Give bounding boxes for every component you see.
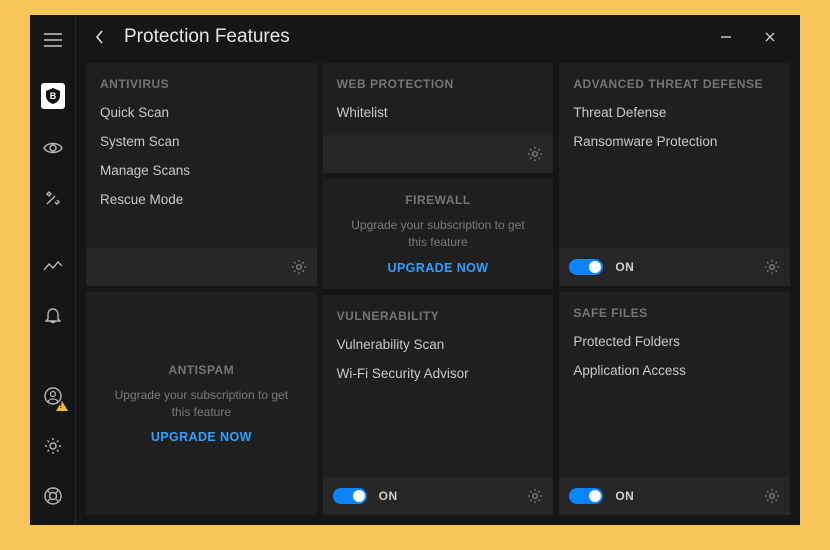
card-title: FIREWALL bbox=[405, 193, 470, 207]
vulnerability-scan[interactable]: Vulnerability Scan bbox=[337, 337, 540, 352]
sidebar-item-support[interactable] bbox=[42, 485, 64, 507]
card-title: VULNERABILITY bbox=[323, 295, 554, 333]
tools-icon bbox=[44, 189, 62, 207]
atd-threat-defense[interactable]: Threat Defense bbox=[573, 105, 776, 120]
card-firewall: FIREWALL Upgrade your subscription to ge… bbox=[323, 179, 554, 289]
grid-col-2: WEB PROTECTION Whitelist FIREWALL Upgrad… bbox=[323, 63, 554, 515]
gear-icon bbox=[291, 259, 307, 275]
antivirus-quick-scan[interactable]: Quick Scan bbox=[100, 105, 303, 120]
vulnerability-wifi-advisor[interactable]: Wi-Fi Security Advisor bbox=[337, 366, 540, 381]
bell-icon bbox=[45, 307, 61, 325]
webprotection-whitelist[interactable]: Whitelist bbox=[337, 105, 540, 120]
safefiles-protected-folders[interactable]: Protected Folders bbox=[573, 334, 776, 349]
card-web-protection: WEB PROTECTION Whitelist bbox=[323, 63, 554, 173]
toggle-label: ON bbox=[379, 489, 398, 503]
card-title: WEB PROTECTION bbox=[323, 63, 554, 101]
toggle-label: ON bbox=[615, 489, 634, 503]
upgrade-now-link[interactable]: UPGRADE NOW bbox=[151, 430, 252, 444]
antivirus-manage-scans[interactable]: Manage Scans bbox=[100, 163, 303, 178]
atd-ransomware-protection[interactable]: Ransomware Protection bbox=[573, 134, 776, 149]
sidebar-item-privacy[interactable] bbox=[42, 137, 64, 159]
menu-button[interactable] bbox=[30, 21, 76, 59]
antivirus-settings-button[interactable] bbox=[291, 259, 307, 275]
card-footer bbox=[86, 248, 317, 286]
activity-icon bbox=[43, 260, 63, 272]
antivirus-system-scan[interactable]: System Scan bbox=[100, 134, 303, 149]
atd-settings-button[interactable] bbox=[764, 259, 780, 275]
card-vulnerability: VULNERABILITY Vulnerability Scan Wi-Fi S… bbox=[323, 295, 554, 515]
card-antispam: ANTISPAM Upgrade your subscription to ge… bbox=[86, 292, 317, 515]
back-button[interactable] bbox=[86, 23, 114, 51]
upgrade-now-link[interactable]: UPGRADE NOW bbox=[388, 261, 489, 275]
svg-text:B: B bbox=[49, 91, 56, 101]
features-grid: ANTIVIRUS Quick Scan System Scan Manage … bbox=[76, 59, 800, 525]
close-button[interactable] bbox=[760, 27, 780, 47]
atd-toggle[interactable] bbox=[569, 259, 603, 275]
card-safe-files: SAFE FILES Protected Folders Application… bbox=[559, 292, 790, 515]
card-advanced-threat-defense: ADVANCED THREAT DEFENSE Threat Defense R… bbox=[559, 63, 790, 286]
sidebar-item-settings[interactable] bbox=[42, 435, 64, 457]
toggle-label: ON bbox=[615, 260, 634, 274]
upgrade-message: Upgrade your subscription to get this fe… bbox=[341, 217, 536, 251]
sidebar-nav: B bbox=[41, 83, 65, 327]
card-title: ANTIVIRUS bbox=[86, 63, 317, 101]
window-controls bbox=[716, 27, 792, 47]
card-footer: ON bbox=[323, 477, 554, 515]
card-footer bbox=[323, 135, 554, 173]
card-footer: ON bbox=[559, 477, 790, 515]
page-title: Protection Features bbox=[124, 26, 290, 48]
sidebar: B bbox=[30, 15, 76, 525]
lifebuoy-icon bbox=[44, 487, 62, 505]
grid-col-1: ANTIVIRUS Quick Scan System Scan Manage … bbox=[86, 63, 317, 515]
vulnerability-settings-button[interactable] bbox=[527, 488, 543, 504]
sidebar-item-tools[interactable] bbox=[42, 187, 64, 209]
card-title: ANTISPAM bbox=[168, 363, 234, 377]
gear-icon bbox=[44, 437, 62, 455]
safefiles-application-access[interactable]: Application Access bbox=[573, 363, 776, 378]
card-antivirus: ANTIVIRUS Quick Scan System Scan Manage … bbox=[86, 63, 317, 286]
card-title: ADVANCED THREAT DEFENSE bbox=[559, 63, 790, 101]
card-footer: ON bbox=[559, 248, 790, 286]
sidebar-item-protection[interactable]: B bbox=[41, 83, 65, 109]
safefiles-toggle[interactable] bbox=[569, 488, 603, 504]
vulnerability-toggle[interactable] bbox=[333, 488, 367, 504]
eye-icon bbox=[43, 141, 63, 155]
sidebar-item-notifications[interactable] bbox=[42, 305, 64, 327]
sidebar-item-account[interactable] bbox=[42, 385, 64, 407]
grid-col-3: ADVANCED THREAT DEFENSE Threat Defense R… bbox=[559, 63, 790, 515]
gear-icon bbox=[527, 488, 543, 504]
upgrade-message: Upgrade your subscription to get this fe… bbox=[104, 387, 299, 421]
gear-icon bbox=[764, 488, 780, 504]
app-window: B bbox=[30, 15, 800, 525]
chevron-left-icon bbox=[95, 30, 105, 44]
close-icon bbox=[764, 31, 776, 43]
safefiles-settings-button[interactable] bbox=[764, 488, 780, 504]
gear-icon bbox=[527, 146, 543, 162]
shield-icon: B bbox=[46, 88, 60, 104]
sidebar-bottom bbox=[42, 385, 64, 507]
antivirus-rescue-mode[interactable]: Rescue Mode bbox=[100, 192, 303, 207]
gear-icon bbox=[764, 259, 780, 275]
alert-icon bbox=[56, 401, 68, 411]
minimize-icon bbox=[720, 31, 732, 43]
card-title: SAFE FILES bbox=[559, 292, 790, 330]
sidebar-item-activity[interactable] bbox=[42, 255, 64, 277]
minimize-button[interactable] bbox=[716, 27, 736, 47]
webprotection-settings-button[interactable] bbox=[527, 146, 543, 162]
titlebar: Protection Features bbox=[76, 15, 800, 59]
main-panel: Protection Features ANTIVIRUS Quick Scan… bbox=[76, 15, 800, 525]
